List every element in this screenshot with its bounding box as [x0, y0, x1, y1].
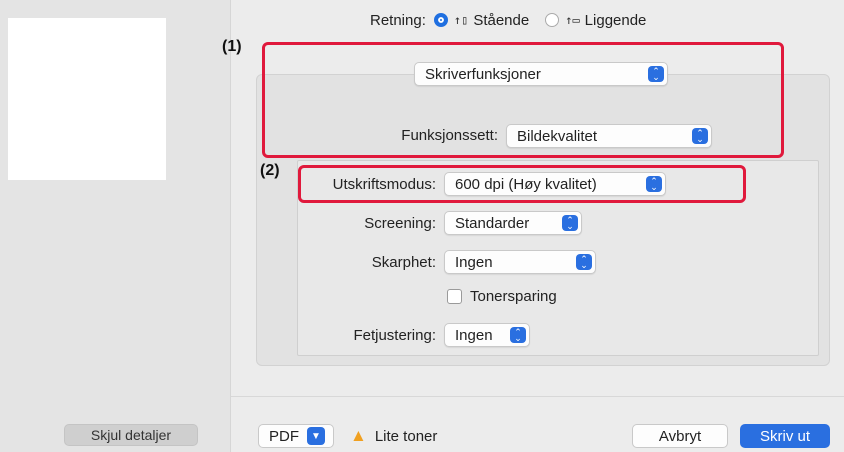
landscape-icon: ↑▭	[565, 13, 580, 27]
footer-divider	[231, 396, 844, 397]
toner-save-label: Tonersparing	[470, 288, 557, 305]
smoothing-label: Fetjustering:	[353, 327, 436, 344]
toner-warning: ▲ Lite toner	[350, 426, 437, 446]
screening-popup[interactable]: Standarder ⌃ ⌄	[444, 211, 582, 235]
pane-divider	[230, 0, 231, 452]
toner-save-row: Tonersparing	[447, 288, 557, 305]
sharpness-value: Ingen	[455, 253, 493, 271]
screening-value: Standarder	[455, 214, 530, 232]
smoothing-popup[interactable]: Ingen ⌃ ⌄	[444, 323, 530, 347]
updown-chevron-icon: ⌃ ⌄	[576, 254, 592, 270]
sharpness-popup[interactable]: Ingen ⌃ ⌄	[444, 250, 596, 274]
pdf-button[interactable]: PDF ▼	[258, 424, 334, 448]
hide-details-button[interactable]: Skjul detaljer	[64, 424, 198, 446]
warning-label: Lite toner	[374, 427, 438, 445]
annotation-box-2	[298, 165, 746, 203]
callout-2: (2)	[260, 162, 280, 179]
portrait-icon: ↑▯	[453, 13, 469, 27]
cancel-button[interactable]: Avbryt	[632, 424, 728, 448]
sharpness-label: Skarphet:	[371, 254, 436, 271]
toner-save-checkbox[interactable]	[447, 289, 462, 304]
pdf-label: PDF	[269, 427, 299, 445]
landscape-radio[interactable]	[545, 13, 560, 27]
orientation-label: Retning:	[370, 11, 426, 29]
chevron-down-icon: ▼	[307, 427, 325, 445]
orientation-row: Retning: ↑▯ Stående ↑▭ Liggende	[370, 8, 646, 32]
portrait-radio[interactable]	[433, 13, 448, 27]
screening-label: Screening:	[364, 215, 436, 232]
updown-chevron-icon: ⌃ ⌄	[510, 327, 526, 343]
callout-1: (1)	[222, 38, 242, 55]
smoothing-value: Ingen	[455, 326, 493, 344]
warning-icon: ▲	[350, 426, 367, 445]
landscape-label: Liggende	[584, 11, 647, 29]
updown-chevron-icon: ⌃ ⌄	[562, 215, 578, 231]
page-preview	[8, 18, 166, 180]
portrait-label: Stående	[473, 11, 530, 29]
print-button[interactable]: Skriv ut	[740, 424, 830, 448]
annotation-box-1	[262, 42, 784, 158]
